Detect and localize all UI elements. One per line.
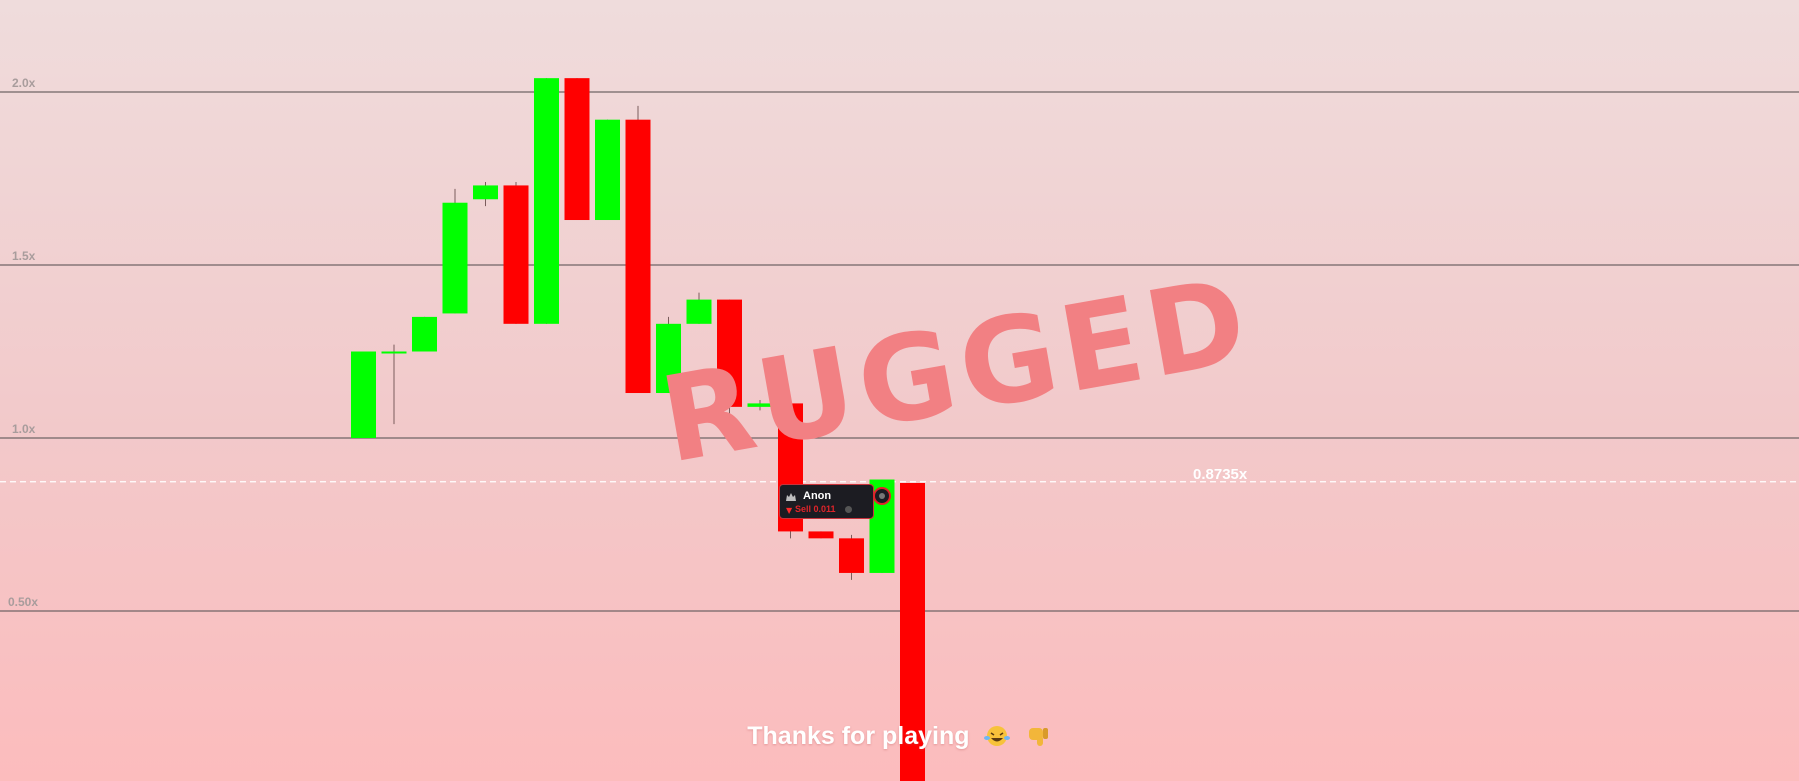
candle-up (595, 119, 620, 221)
anon-avatar-icon (786, 493, 796, 501)
trade-popup[interactable]: Anon ▼ Sell 0.011 (779, 484, 874, 519)
candle-up (473, 185, 498, 200)
footer-text: Thanks for playing (747, 722, 970, 750)
candle-up (442, 202, 468, 314)
candle-up (534, 78, 559, 324)
down-arrow-icon: ▼ (786, 506, 793, 515)
trade-action: Sell 0.011 (795, 504, 836, 514)
candle-down (564, 78, 590, 221)
y-tick-label: 0.50x (8, 595, 38, 609)
laughing-crying-emoji-icon (983, 726, 1010, 746)
candle-up (381, 351, 407, 354)
coin-icon (845, 506, 852, 513)
y-tick-label: 1.0x (12, 422, 36, 436)
player-name: Anon (803, 490, 832, 502)
candle-up (686, 299, 712, 324)
reference-line-label: 0.8735x (1193, 466, 1248, 483)
y-tick-label: 1.5x (12, 249, 36, 263)
footer-message: Thanks for playing (0, 722, 1799, 751)
thumbs-down-emoji-icon (1028, 728, 1048, 746)
candle-down (625, 119, 651, 394)
candle-down (839, 538, 864, 573)
y-tick-label: 2.0x (12, 76, 36, 90)
candle-down (503, 185, 529, 324)
candle-up (412, 316, 437, 352)
sell-marker-icon[interactable] (873, 487, 891, 505)
candle-down (808, 531, 834, 539)
candle-up (351, 351, 376, 438)
